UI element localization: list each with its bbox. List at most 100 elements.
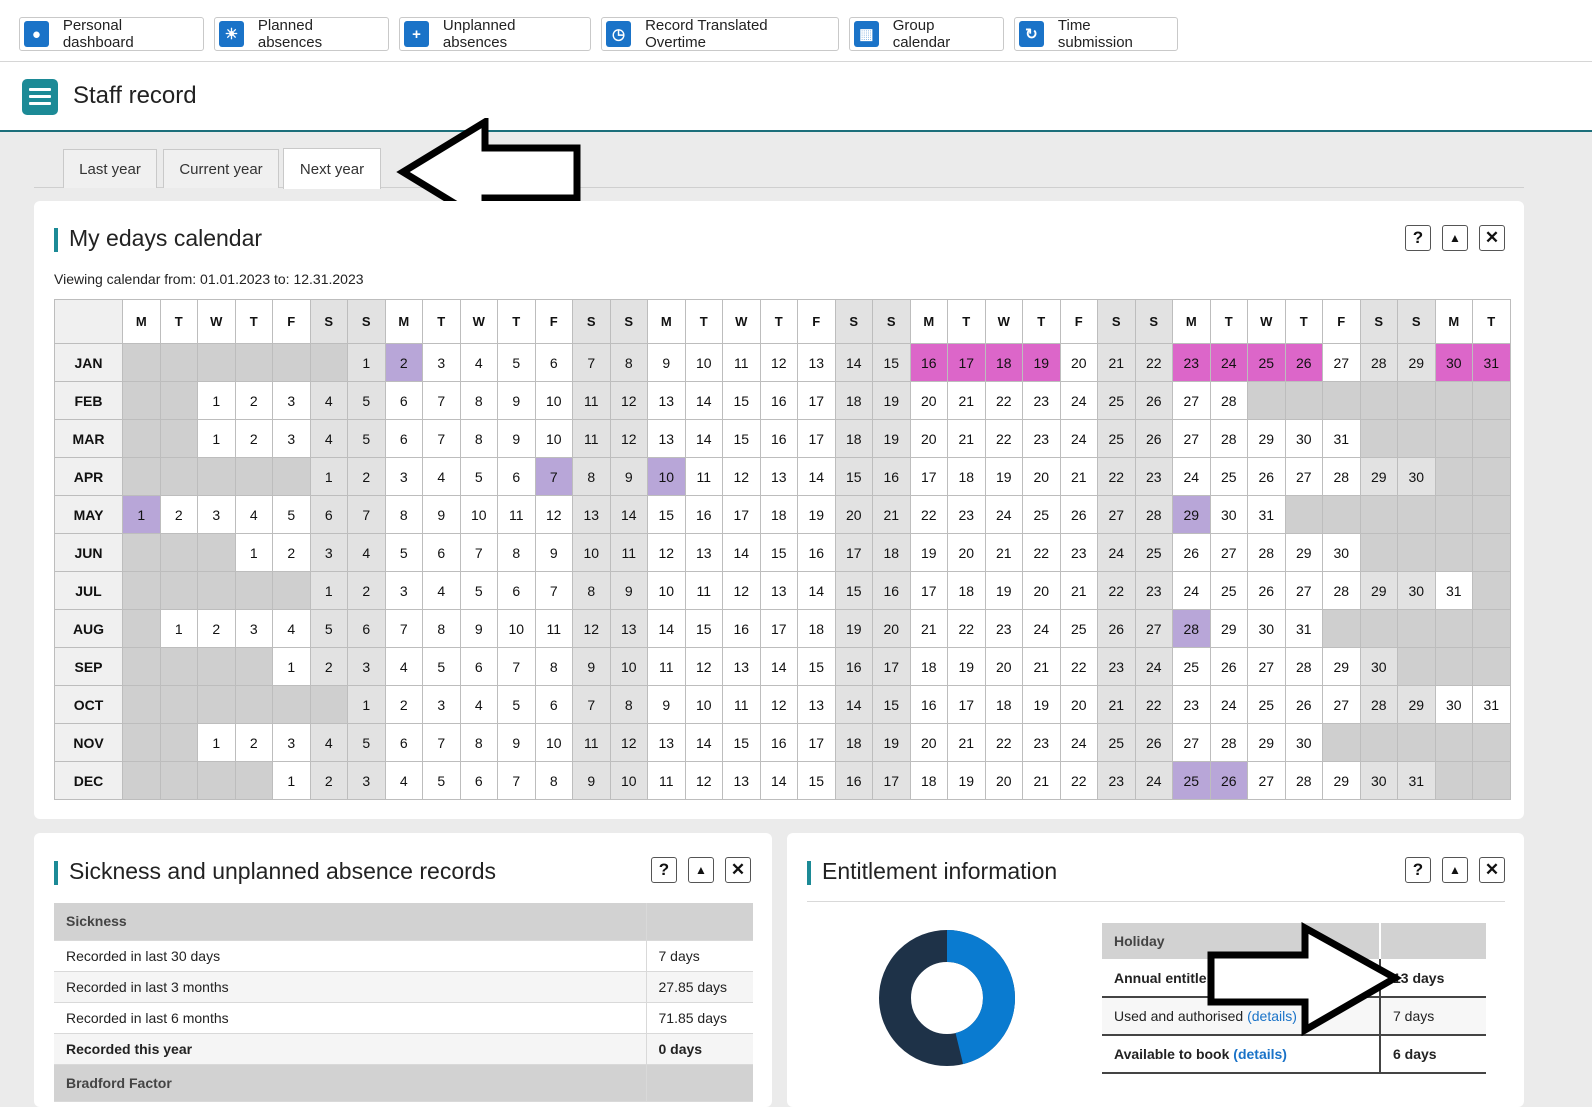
calendar-day[interactable]: 23 [1172,685,1211,724]
close-icon[interactable]: ✕ [1479,225,1505,251]
calendar-day[interactable]: 29 [1359,571,1398,610]
calendar-day[interactable]: 16 [834,647,873,686]
calendar-day[interactable]: 16 [759,381,798,420]
calendar-day[interactable]: 6 [384,381,423,420]
calendar-day[interactable]: 16 [797,533,836,572]
calendar-day[interactable]: 19 [984,457,1023,496]
nav-time-submission[interactable]: ↻ Time submission [1014,17,1178,51]
calendar-day[interactable]: 28 [1172,609,1211,648]
calendar-day[interactable]: 12 [609,381,648,420]
calendar-day[interactable]: 17 [872,647,911,686]
calendar-day[interactable]: 16 [909,685,948,724]
calendar-day[interactable]: 25 [1209,457,1248,496]
calendar-day[interactable]: 11 [609,533,648,572]
calendar-day[interactable]: 9 [534,533,573,572]
calendar-day[interactable]: 25 [1022,495,1061,534]
calendar-day[interactable]: 12 [684,647,723,686]
calendar-day[interactable]: 18 [834,723,873,762]
calendar-day[interactable]: 24 [1134,761,1173,800]
calendar-day[interactable]: 23 [947,495,986,534]
calendar-day[interactable]: 24 [1172,457,1211,496]
calendar-day[interactable]: 29 [1209,609,1248,648]
calendar-day[interactable]: 9 [572,647,611,686]
calendar-day[interactable]: 29 [1172,495,1211,534]
calendar-day[interactable]: 28 [1359,685,1398,724]
calendar-day[interactable]: 28 [1322,457,1361,496]
calendar-day[interactable]: 20 [1059,343,1098,382]
calendar-day[interactable]: 18 [947,457,986,496]
calendar-day[interactable]: 26 [1059,495,1098,534]
calendar-day[interactable]: 10 [459,495,498,534]
calendar-day[interactable]: 17 [797,381,836,420]
calendar-day[interactable]: 8 [534,647,573,686]
calendar-day[interactable]: 24 [1097,533,1136,572]
calendar-day[interactable]: 12 [759,343,798,382]
calendar-day[interactable]: 14 [759,647,798,686]
calendar-day[interactable]: 7 [459,533,498,572]
calendar-day[interactable]: 31 [1472,685,1511,724]
calendar-day[interactable]: 22 [1097,457,1136,496]
calendar-day[interactable]: 13 [797,685,836,724]
calendar-day[interactable]: 13 [647,419,686,458]
calendar-day[interactable]: 7 [422,723,461,762]
close-icon[interactable]: ✕ [1479,857,1505,883]
calendar-day[interactable]: 11 [572,381,611,420]
calendar-day[interactable]: 6 [497,457,536,496]
calendar-day[interactable]: 2 [347,457,386,496]
calendar-day[interactable]: 22 [1059,761,1098,800]
calendar-day[interactable]: 19 [947,647,986,686]
calendar-day[interactable]: 6 [384,723,423,762]
calendar-day[interactable]: 22 [1022,533,1061,572]
calendar-day[interactable]: 13 [722,647,761,686]
calendar-day[interactable]: 4 [422,571,461,610]
calendar-day[interactable]: 14 [647,609,686,648]
calendar-day[interactable]: 11 [647,647,686,686]
calendar-day[interactable]: 19 [872,419,911,458]
calendar-day[interactable]: 30 [1397,457,1436,496]
calendar-day[interactable]: 30 [1359,761,1398,800]
calendar-day[interactable]: 24 [1172,571,1211,610]
calendar-day[interactable]: 19 [1022,343,1061,382]
nav-planned-absences[interactable]: ☀ Planned absences [214,17,389,51]
calendar-day[interactable]: 26 [1247,571,1286,610]
calendar-day[interactable]: 12 [609,419,648,458]
calendar-day[interactable]: 23 [1022,419,1061,458]
calendar-day[interactable]: 3 [309,533,348,572]
calendar-day[interactable]: 17 [909,457,948,496]
calendar-day[interactable]: 26 [1134,723,1173,762]
calendar-day[interactable]: 9 [647,343,686,382]
calendar-day[interactable]: 3 [422,343,461,382]
calendar-day[interactable]: 23 [1022,723,1061,762]
calendar-day[interactable]: 27 [1284,457,1323,496]
calendar-day[interactable]: 30 [1434,343,1473,382]
calendar-day[interactable]: 25 [1097,381,1136,420]
calendar-day[interactable]: 24 [1209,343,1248,382]
calendar-day[interactable]: 23 [1134,571,1173,610]
calendar-day[interactable]: 28 [1359,343,1398,382]
calendar-day[interactable]: 7 [422,419,461,458]
calendar-day[interactable]: 31 [1322,419,1361,458]
calendar-day[interactable]: 11 [647,761,686,800]
calendar-day[interactable]: 5 [459,571,498,610]
calendar-day[interactable]: 21 [909,609,948,648]
calendar-day[interactable]: 7 [534,571,573,610]
calendar-day[interactable]: 27 [1322,343,1361,382]
calendar-day[interactable]: 9 [647,685,686,724]
calendar-day[interactable]: 2 [272,533,311,572]
tab-next-year[interactable]: Next year [283,148,381,189]
calendar-day[interactable]: 10 [572,533,611,572]
calendar-day[interactable]: 12 [534,495,573,534]
calendar-day[interactable]: 27 [1172,381,1211,420]
calendar-day[interactable]: 15 [722,419,761,458]
calendar-day[interactable]: 20 [909,419,948,458]
calendar-day[interactable]: 25 [1134,533,1173,572]
calendar-day[interactable]: 13 [797,343,836,382]
calendar-day[interactable]: 18 [759,495,798,534]
calendar-day[interactable]: 7 [384,609,423,648]
calendar-day[interactable]: 24 [1059,419,1098,458]
calendar-day[interactable]: 15 [834,457,873,496]
calendar-day[interactable]: 1 [197,381,236,420]
calendar-day[interactable]: 13 [647,723,686,762]
calendar-day[interactable]: 7 [572,343,611,382]
calendar-day[interactable]: 21 [947,723,986,762]
